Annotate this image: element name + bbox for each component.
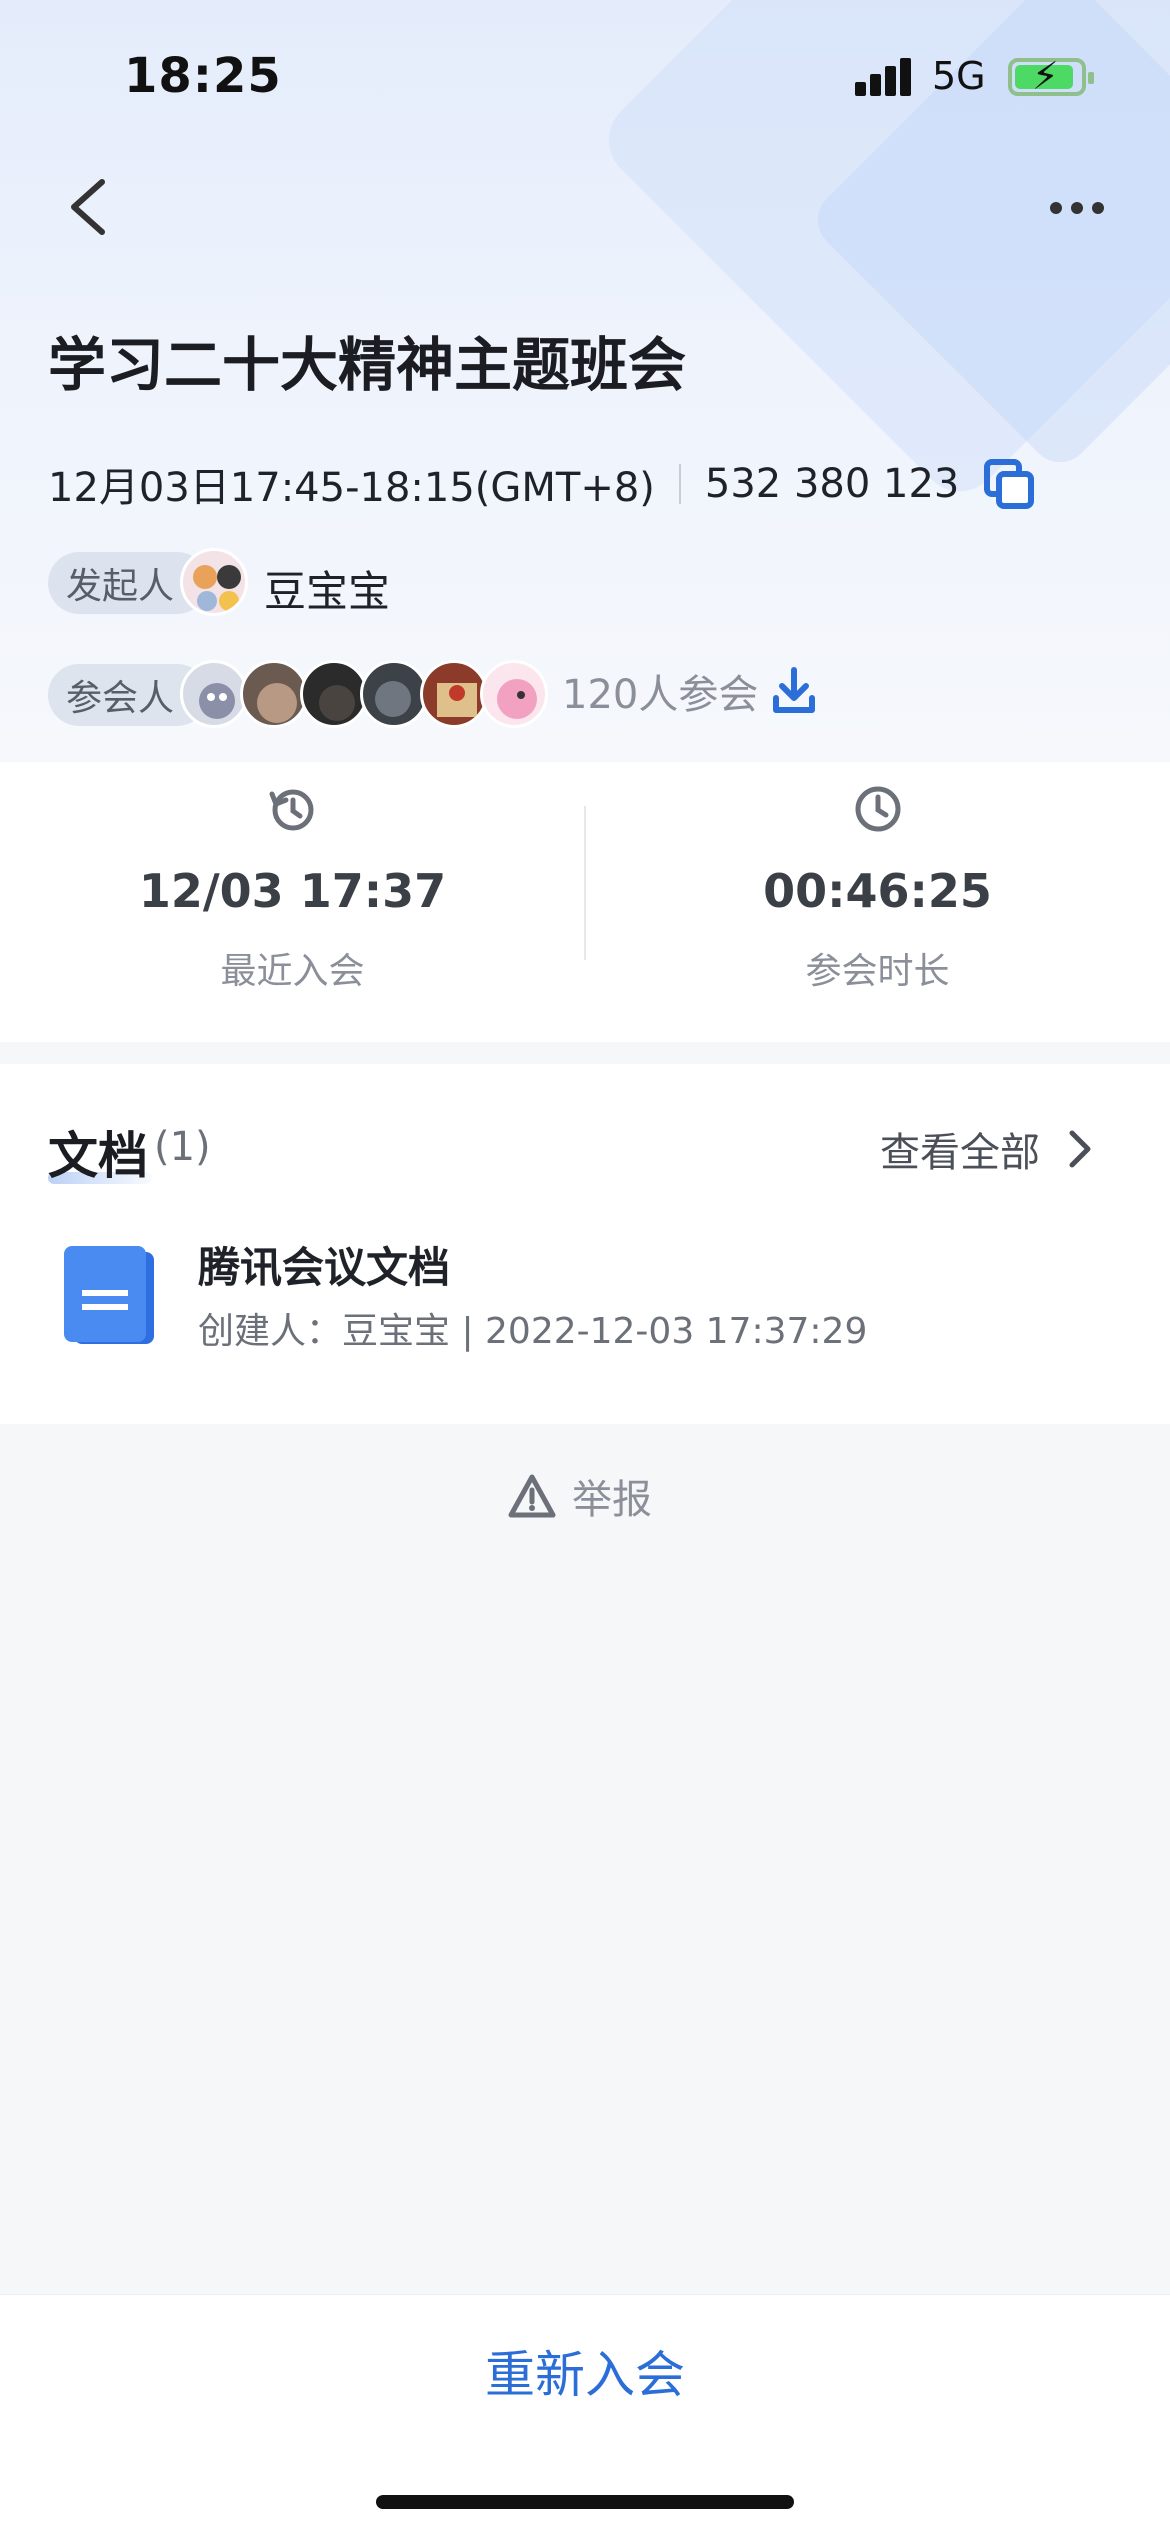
documents-section: 文档 (1) 查看全部 腾讯会议文档 创建人：豆宝宝 | 2022-12-03 … [0, 1064, 1170, 1424]
warning-icon [508, 1474, 556, 1518]
participant-count[interactable]: 120人参会 [562, 664, 758, 726]
stat-duration: 00:46:25 参会时长 [585, 762, 1170, 1042]
chevron-left-icon [71, 179, 105, 235]
more-button[interactable] [1050, 188, 1116, 228]
report-label: 举报 [572, 1477, 652, 1523]
chevron-right-icon [1069, 1130, 1091, 1168]
battery-icon: ⚡ [1008, 54, 1094, 98]
participant-avatar[interactable] [180, 660, 248, 728]
meeting-id: 532 380 123 [704, 461, 960, 507]
back-button[interactable] [58, 172, 118, 242]
meeting-time: 12月03日17:45-18:15(GMT+8) [48, 465, 655, 511]
view-all-label: 查看全部 [880, 1130, 1040, 1176]
status-time: 18:25 [124, 48, 282, 104]
divider [678, 464, 681, 504]
home-indicator [376, 2495, 794, 2509]
duration-label: 参会时长 [805, 951, 950, 992]
last-join-value: 12/03 17:37 [138, 864, 447, 918]
stat-last-join: 12/03 17:37 最近入会 [0, 762, 585, 1042]
network-type: 5G [932, 54, 986, 98]
documents-title: 文档 [48, 1127, 148, 1185]
signal-icon [855, 56, 915, 96]
meeting-stats: 12/03 17:37 最近入会 00:46:25 参会时长 [0, 762, 1170, 1042]
history-icon [269, 789, 314, 831]
meeting-meta: 12月03日17:45-18:15(GMT+8) 532 380 123 [48, 456, 1037, 512]
document-meta: 创建人：豆宝宝 | 2022-12-03 17:37:29 [198, 1311, 868, 1352]
documents-count: (1) [154, 1124, 211, 1170]
clock-icon [855, 786, 901, 832]
initiator-name: 豆宝宝 [264, 567, 391, 616]
initiator-avatar [180, 548, 248, 616]
copy-icon[interactable] [981, 456, 1037, 512]
more-dot-icon [1050, 202, 1062, 214]
participant-avatar[interactable] [360, 660, 428, 728]
meeting-title: 学习二十大精神主题班会 [48, 331, 687, 399]
document-name[interactable]: 腾讯会议文档 [198, 1234, 450, 1295]
duration-value: 00:46:25 [763, 864, 992, 918]
status-bar: 18:25 5G ⚡ [0, 0, 1170, 150]
document-icon[interactable] [64, 1246, 162, 1346]
view-all-button[interactable]: 查看全部 [880, 1120, 1094, 1178]
last-join-label: 最近入会 [220, 951, 365, 992]
download-icon[interactable] [770, 664, 818, 716]
participant-avatar[interactable] [300, 660, 368, 728]
report-button[interactable]: 举报 [508, 1468, 652, 1524]
participant-avatar[interactable] [480, 660, 548, 728]
participant-avatar[interactable] [240, 660, 308, 728]
rejoin-button[interactable]: 重新入会 [0, 2335, 1170, 2407]
bottom-bar: 重新入会 [0, 2294, 1170, 2532]
participant-avatar[interactable] [420, 660, 488, 728]
